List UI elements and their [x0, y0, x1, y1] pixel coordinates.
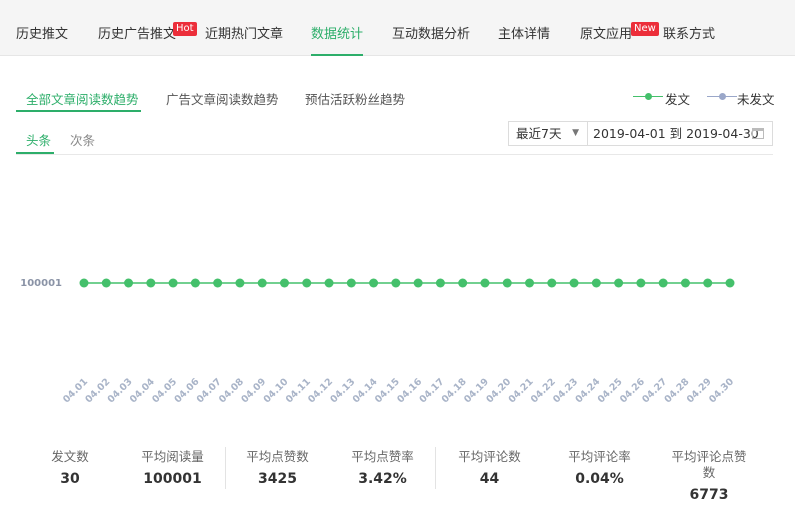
- data-point[interactable]: [168, 278, 178, 288]
- subtab-underline: [16, 110, 141, 112]
- legend-not-posted-dot: [719, 93, 726, 100]
- stat-label: 平均点赞率: [351, 449, 414, 464]
- data-point[interactable]: [569, 278, 579, 288]
- tab-original-apps[interactable]: 原文应用: [580, 0, 632, 56]
- data-point[interactable]: [213, 278, 223, 288]
- data-point[interactable]: [257, 278, 267, 288]
- tab-history-posts[interactable]: 历史推文: [16, 0, 68, 56]
- data-point[interactable]: [636, 278, 646, 288]
- stat-label: 平均阅读量: [141, 449, 204, 464]
- section-divider: [16, 154, 773, 155]
- date-range-value: 2019-04-01 到 2019-04-30: [593, 126, 759, 141]
- tab-contact[interactable]: 联系方式: [663, 0, 715, 56]
- hot-badge: Hot: [173, 22, 197, 36]
- tab-history-ad-posts[interactable]: 历史广告推文: [98, 0, 176, 56]
- stat-avg-likes: 平均点赞数 3425: [240, 449, 315, 487]
- stat-avg-comment-rate: 平均评论率 0.04%: [562, 449, 637, 487]
- data-point[interactable]: [502, 278, 512, 288]
- stat-post-count: 发文数 30: [40, 449, 100, 487]
- data-point[interactable]: [101, 278, 111, 288]
- data-point[interactable]: [525, 278, 535, 288]
- stat-avg-reads: 平均阅读量 100001: [135, 449, 210, 487]
- subtab-active-fans[interactable]: 预估活跃粉丝趋势: [305, 89, 405, 108]
- data-point[interactable]: [480, 278, 490, 288]
- data-point[interactable]: [547, 278, 557, 288]
- stat-value: 30: [60, 471, 80, 487]
- data-point[interactable]: [235, 278, 245, 288]
- data-point[interactable]: [591, 278, 601, 288]
- stat-divider: [225, 447, 226, 489]
- data-point[interactable]: [279, 278, 289, 288]
- tab-data-statistics[interactable]: 数据统计: [311, 0, 364, 56]
- data-point[interactable]: [79, 278, 89, 288]
- data-point[interactable]: [680, 278, 690, 288]
- x-tick-label: 04.30: [707, 376, 736, 405]
- legend-posted-label[interactable]: 发文: [665, 89, 690, 108]
- stat-value: 3425: [258, 471, 297, 487]
- subtab-all-article-reads[interactable]: 全部文章阅读数趋势: [26, 89, 139, 108]
- new-badge: New: [631, 22, 659, 36]
- typetab-secondary[interactable]: 次条: [70, 130, 95, 149]
- data-point[interactable]: [614, 278, 624, 288]
- data-point[interactable]: [369, 278, 379, 288]
- data-point[interactable]: [703, 278, 713, 288]
- data-point[interactable]: [413, 278, 423, 288]
- stat-avg-like-rate: 平均点赞率 3.42%: [345, 449, 420, 487]
- data-point[interactable]: [190, 278, 200, 288]
- chevron-down-icon: ▼: [572, 128, 579, 138]
- stat-label: 平均评论率: [568, 449, 631, 464]
- data-point[interactable]: [302, 278, 312, 288]
- data-point[interactable]: [146, 278, 156, 288]
- data-point[interactable]: [324, 278, 334, 288]
- typetab-headline[interactable]: 头条: [26, 130, 51, 149]
- date-range-input[interactable]: 2019-04-01 到 2019-04-30: [587, 121, 773, 146]
- range-select[interactable]: 最近7天 ▼: [508, 121, 588, 146]
- range-select-value: 最近7天: [516, 126, 562, 141]
- stat-value: 44: [479, 471, 500, 487]
- data-point[interactable]: [124, 278, 134, 288]
- tab-recent-hot-articles[interactable]: 近期热门文章: [205, 0, 283, 56]
- data-point[interactable]: [458, 278, 468, 288]
- data-point[interactable]: [658, 278, 668, 288]
- stat-value: 3.42%: [358, 471, 407, 487]
- tab-interaction-analysis[interactable]: 互动数据分析: [392, 0, 470, 56]
- stat-label: 平均评论点赞数: [671, 449, 747, 480]
- legend-not-posted-label[interactable]: 未发文: [737, 89, 775, 108]
- stat-avg-comments: 平均评论数 44: [452, 449, 527, 487]
- tab-entity-details[interactable]: 主体详情: [498, 0, 550, 56]
- stat-divider: [435, 447, 436, 489]
- stat-label: 发文数: [51, 449, 89, 464]
- stat-value: 100001: [143, 471, 202, 487]
- stat-value: 6773: [689, 487, 729, 503]
- data-point[interactable]: [435, 278, 445, 288]
- subtab-ad-article-reads[interactable]: 广告文章阅读数趋势: [166, 89, 279, 108]
- reads-trend-chart: 100001 04.0104.0204.0304.0404.0504.0604.…: [20, 278, 736, 405]
- top-nav: 历史推文 历史广告推文 Hot 近期热门文章 数据统计 互动数据分析 主体详情 …: [0, 0, 795, 56]
- y-tick-label: 100001: [20, 278, 62, 289]
- calendar-icon[interactable]: [752, 128, 764, 139]
- data-point[interactable]: [346, 278, 356, 288]
- stat-value: 0.04%: [575, 471, 624, 487]
- stat-label: 平均评论数: [458, 449, 521, 464]
- legend-posted-dot: [645, 93, 652, 100]
- data-point[interactable]: [391, 278, 401, 288]
- stat-label: 平均点赞数: [246, 449, 309, 464]
- data-point[interactable]: [725, 278, 735, 288]
- stat-avg-comment-likes: 平均评论点赞数 6773: [668, 449, 750, 503]
